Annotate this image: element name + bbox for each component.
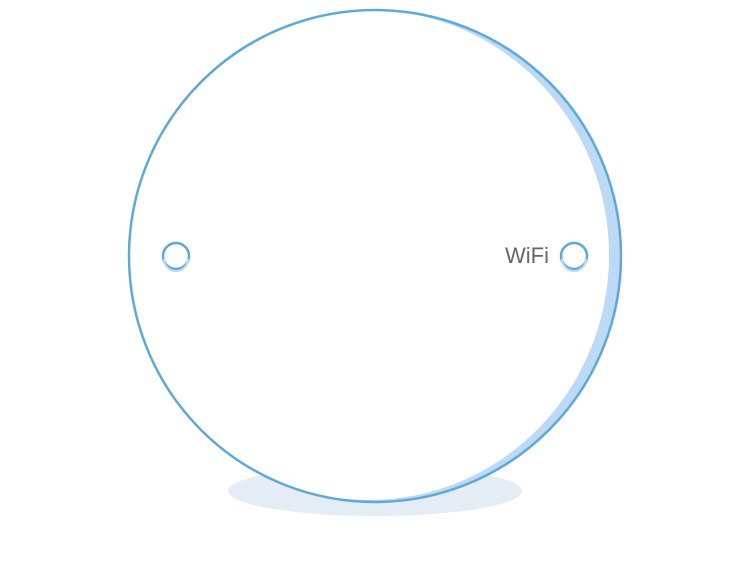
wifi-label: WiFi (505, 243, 549, 268)
left-indicator (161, 241, 191, 272)
indicator-ring-icon (161, 241, 191, 271)
right-indicator (559, 241, 589, 272)
indicator-ring-icon (559, 241, 589, 271)
router-diagram: WiFi (127, 8, 623, 516)
